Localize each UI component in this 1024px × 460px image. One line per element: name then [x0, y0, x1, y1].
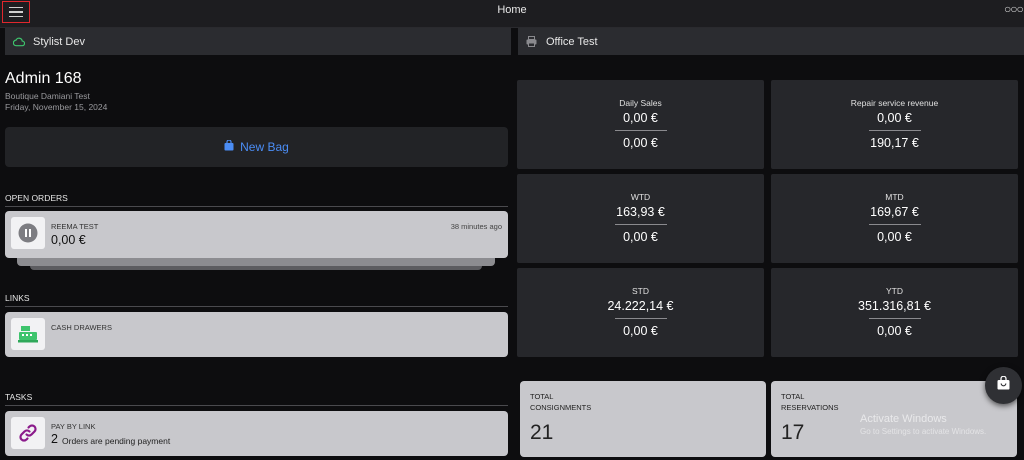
- stat-value-secondary: 0,00 €: [623, 324, 658, 338]
- store-selector-stylist-dev[interactable]: Stylist Dev: [5, 28, 511, 55]
- open-order-card[interactable]: REEMA TEST 0,00 € 38 minutes ago: [5, 211, 508, 258]
- new-bag-label: New Bag: [240, 140, 289, 154]
- total-label: TOTAL CONSIGNMENTS: [530, 391, 591, 413]
- cash-drawers-link[interactable]: CASH DRAWERS: [5, 312, 508, 357]
- stat-divider: [868, 318, 921, 319]
- stat-value-primary: 169,67 €: [870, 205, 919, 219]
- shopping-bag-icon: [224, 139, 234, 154]
- stat-label: STD: [632, 286, 649, 296]
- stat-divider: [614, 130, 667, 131]
- total-value: 21: [530, 421, 554, 444]
- stat-value-secondary: 0,00 €: [623, 230, 658, 244]
- stat-value-secondary: 0,00 €: [623, 136, 658, 150]
- stat-value-secondary: 190,17 €: [870, 136, 919, 150]
- more-horizontal-icon[interactable]: ○○○: [1004, 2, 1024, 16]
- stat-card-ytd: YTD 351.316,81 € 0,00 €: [771, 268, 1018, 357]
- stat-value-secondary: 0,00 €: [877, 324, 912, 338]
- shopping-bag-icon: [997, 375, 1010, 395]
- order-customer-name: REEMA TEST: [51, 222, 99, 231]
- stat-divider: [868, 224, 921, 225]
- stat-label: MTD: [885, 192, 904, 202]
- stat-value-secondary: 0,00 €: [877, 230, 912, 244]
- link-label: CASH DRAWERS: [51, 323, 112, 332]
- stat-value-primary: 351.316,81 €: [858, 299, 931, 313]
- order-amount: 0,00 €: [51, 233, 86, 247]
- link-icon: [11, 417, 45, 449]
- task-description: Orders are pending payment: [62, 436, 171, 446]
- stat-card-daily-sales: Daily Sales 0,00 € 0,00 €: [517, 80, 764, 169]
- stat-value-primary: 24.222,14 €: [607, 299, 674, 313]
- pause-icon: [11, 217, 45, 249]
- total-label: TOTAL RESERVATIONS: [781, 391, 839, 413]
- task-count: 2: [51, 432, 58, 446]
- task-label: PAY BY LINK: [51, 422, 96, 431]
- store-name: Boutique Damiani Test: [5, 91, 90, 101]
- order-stack-shadow: [17, 258, 495, 266]
- total-label-line1: TOTAL: [781, 392, 805, 401]
- new-bag-button[interactable]: New Bag: [5, 127, 508, 167]
- watermark-title: Activate Windows: [860, 413, 947, 425]
- stat-label: Repair service revenue: [850, 98, 939, 108]
- links-heading: LINKS: [5, 293, 508, 307]
- tasks-heading: TASKS: [5, 392, 508, 406]
- stat-card-repair-revenue: Repair service revenue 0,00 € 190,17 €: [771, 80, 1018, 169]
- user-name: Admin 168: [5, 70, 82, 87]
- current-date: Friday, November 15, 2024: [5, 102, 108, 112]
- floating-bag-button[interactable]: [985, 367, 1022, 404]
- cash-register-icon: [11, 318, 45, 350]
- stat-card-mtd: MTD 169,67 € 0,00 €: [771, 174, 1018, 263]
- total-label-line2: RESERVATIONS: [781, 403, 839, 412]
- stat-divider: [868, 130, 921, 131]
- total-label-line2: CONSIGNMENTS: [530, 403, 592, 412]
- printer-icon: [526, 36, 538, 48]
- order-time: 38 minutes ago: [450, 222, 502, 231]
- activation-watermark: Activate Windows Go to Settings to activ…: [860, 413, 986, 436]
- stat-value-primary: 0,00 €: [877, 111, 912, 125]
- stat-divider: [614, 224, 667, 225]
- store-selector-office-test[interactable]: Office Test: [518, 28, 1024, 55]
- stat-divider: [614, 318, 667, 319]
- cloud-icon: [13, 36, 25, 48]
- page-title: Home: [497, 4, 527, 16]
- store-label: Office Test: [546, 35, 598, 48]
- stat-card-std: STD 24.222,14 € 0,00 €: [517, 268, 764, 357]
- pay-by-link-task[interactable]: PAY BY LINK 2 Orders are pending payment: [5, 411, 508, 456]
- total-consignments-card[interactable]: TOTAL CONSIGNMENTS 21: [520, 381, 766, 457]
- open-orders-heading: OPEN ORDERS: [5, 193, 508, 207]
- store-label: Stylist Dev: [33, 35, 85, 48]
- watermark-subtitle: Go to Settings to activate Windows.: [860, 427, 987, 436]
- stat-label: YTD: [886, 286, 903, 296]
- stat-card-wtd: WTD 163,93 € 0,00 €: [517, 174, 764, 263]
- total-label-line1: TOTAL: [530, 392, 554, 401]
- stat-value-primary: 163,93 €: [616, 205, 665, 219]
- stat-label: Daily Sales: [619, 98, 662, 108]
- stat-label: WTD: [630, 192, 651, 202]
- total-value: 17: [781, 421, 805, 444]
- stat-value-primary: 0,00 €: [623, 111, 658, 125]
